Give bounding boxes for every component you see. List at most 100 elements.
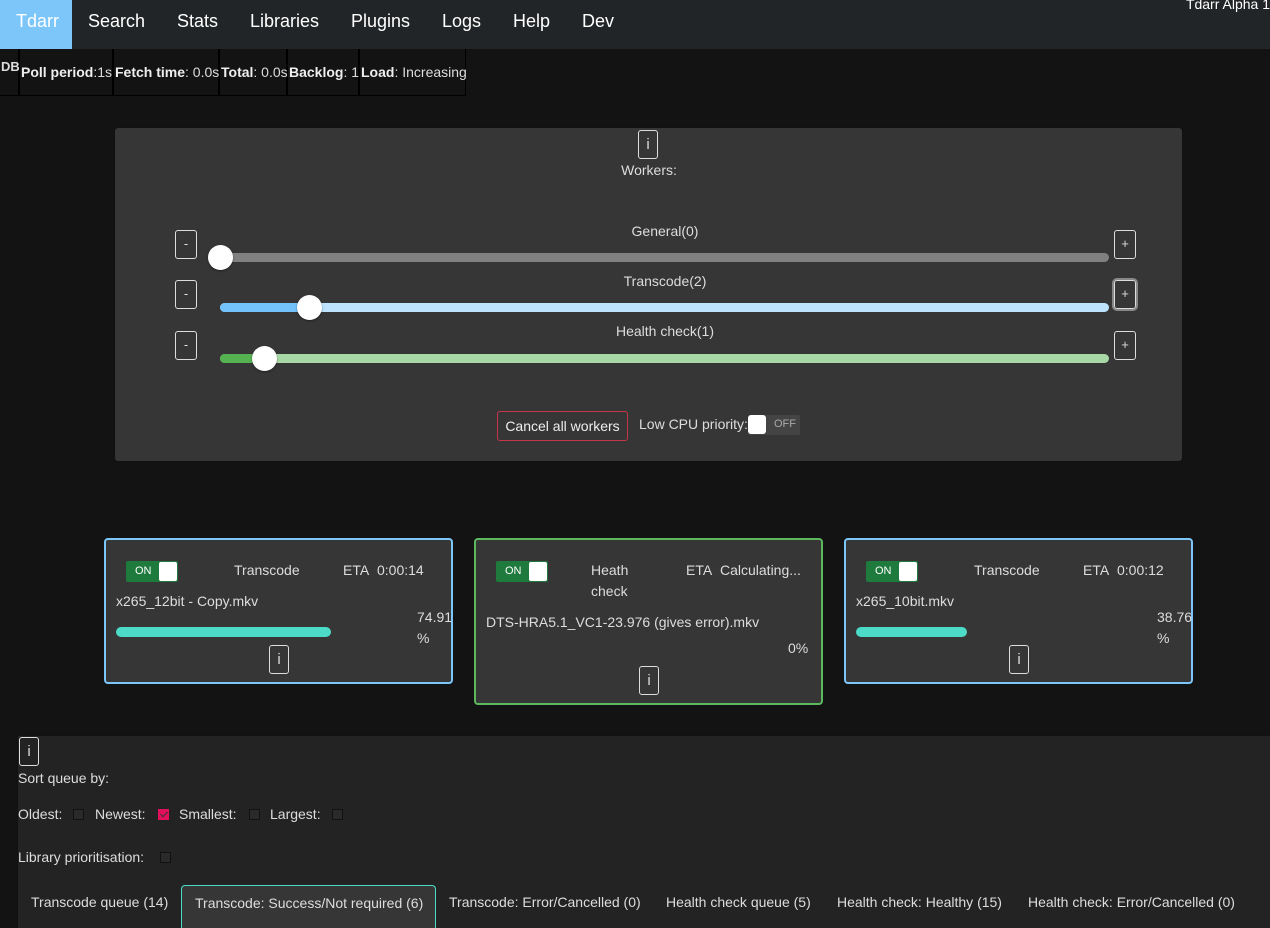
worker-toggle[interactable]: ON [496, 561, 548, 582]
stat-label: Total [221, 64, 254, 80]
sort-oldest-checkbox[interactable] [73, 809, 84, 820]
sort-option-oldest-label: Oldest: [18, 806, 63, 822]
stat-fetch-time: Fetch time: 0.0s [113, 49, 219, 96]
general-decrease-button[interactable]: - [175, 230, 197, 259]
toggle-knob [159, 562, 177, 581]
percent-sign: % [1157, 630, 1170, 646]
slider-label-health-check: Health check(1) [615, 323, 715, 339]
stat-poll-period: Poll period:1s [19, 49, 113, 96]
type-line: check [591, 583, 628, 599]
sort-newest-checkbox[interactable] [158, 809, 169, 820]
nav-search[interactable]: Search [72, 0, 161, 49]
stat-label: Backlog [289, 64, 344, 80]
low-cpu-priority-toggle[interactable]: OFF [748, 415, 800, 435]
slider-thumb[interactable] [208, 245, 233, 270]
type-line: Heath [591, 562, 629, 578]
worker-file-name: x265_12bit - Copy.mkv [116, 593, 259, 609]
worker-card: ON Transcode ETA 0:00:14 x265_12bit - Co… [104, 538, 453, 684]
worker-type: Transcode [234, 562, 300, 578]
tab-transcode-success[interactable]: Transcode: Success/Not required (6) [181, 885, 436, 928]
percent-value: 38.76 [1157, 609, 1193, 625]
slider-thumb[interactable] [252, 346, 277, 371]
worker-card: ON Transcode ETA 0:00:12 x265_10bit.mkv … [844, 538, 1193, 684]
tab-transcode-error[interactable]: Transcode: Error/Cancelled (0) [436, 885, 654, 928]
nav-tdarr[interactable]: Tdarr [0, 0, 72, 49]
eta-value: 0:00:12 [1116, 562, 1164, 578]
health-check-decrease-button[interactable]: - [175, 331, 197, 360]
tab-health-check-queue[interactable]: Health check queue (5) [653, 885, 824, 928]
transcode-workers-slider[interactable] [220, 295, 1109, 320]
worker-info-button[interactable]: i [1009, 645, 1029, 674]
version-label: Tdarr Alpha 1 [1185, 0, 1270, 12]
eta-label: ETA [1083, 562, 1110, 578]
eta-label: ETA [686, 562, 713, 578]
worker-info-button[interactable]: i [269, 645, 289, 674]
stat-load: Load: Increasing [359, 49, 467, 96]
sort-option-smallest-label: Smallest: [179, 806, 237, 822]
percent-sign: % [417, 630, 430, 646]
general-workers-slider[interactable] [208, 245, 1109, 270]
worker-percent: 74.91% [417, 607, 452, 649]
transcode-increase-button[interactable]: + [1112, 278, 1138, 311]
tab-health-check-error[interactable]: Health check: Error/Cancelled (0) [1015, 885, 1248, 928]
queue-info-button[interactable]: i [19, 737, 39, 766]
library-prioritisation-label: Library prioritisation: [18, 849, 145, 865]
sort-queue-title: Sort queue by: [18, 770, 110, 786]
nav-logs[interactable]: Logs [426, 0, 497, 49]
toggle-state: ON [505, 565, 522, 577]
transcode-decrease-button[interactable]: - [175, 280, 197, 309]
tab-health-check-healthy[interactable]: Health check: Healthy (15) [824, 885, 1015, 928]
worker-eta: ETA Calculating... [686, 562, 801, 578]
health-check-workers-slider[interactable] [220, 346, 1109, 371]
nav-dev[interactable]: Dev [566, 0, 630, 49]
cancel-all-workers-button[interactable]: Cancel all workers [497, 411, 628, 441]
db-indicator: DB [0, 49, 20, 96]
toggle-state: OFF [774, 418, 796, 430]
general-increase-button[interactable]: + [1114, 230, 1136, 259]
stat-value: : 1 [343, 64, 360, 80]
stat-backlog: Backlog: 1 [287, 49, 359, 96]
stat-label: Poll period [21, 64, 94, 80]
toggle-state: ON [875, 565, 892, 577]
health-check-increase-button[interactable]: + [1114, 331, 1136, 360]
nav-libraries[interactable]: Libraries [234, 0, 335, 49]
sort-option-newest-label: Newest: [95, 806, 146, 822]
workers-panel: i Workers: General(0) - + Transcode(2) -… [114, 127, 1183, 462]
stat-value: :1s [93, 64, 113, 80]
stat-total: Total: 0.0s [219, 49, 288, 96]
top-navbar: Tdarr Search Stats Libraries Plugins Log… [0, 0, 1270, 49]
stat-value: : 0.0s [185, 64, 220, 80]
worker-toggle[interactable]: ON [866, 561, 918, 582]
sort-largest-checkbox[interactable] [332, 809, 343, 820]
tab-transcode-queue[interactable]: Transcode queue (14) [18, 885, 181, 928]
worker-progress-bar [856, 627, 967, 637]
eta-value: Calculating... [719, 562, 801, 578]
slider-fill [220, 303, 309, 312]
nav-help[interactable]: Help [497, 0, 566, 49]
worker-percent: 0% [788, 640, 809, 656]
sort-smallest-checkbox[interactable] [249, 809, 260, 820]
eta-label: ETA [343, 562, 370, 578]
worker-type: Heath check [591, 560, 628, 602]
stat-label: Load [361, 64, 395, 80]
worker-type: Transcode [974, 562, 1040, 578]
eta-value: 0:00:14 [376, 562, 424, 578]
worker-progress-bar [116, 627, 331, 637]
low-cpu-priority-label: Low CPU priority: [639, 416, 748, 432]
sort-option-largest-label: Largest: [270, 806, 321, 822]
toggle-knob [899, 562, 917, 581]
worker-toggle[interactable]: ON [126, 561, 178, 582]
worker-card: ON Heath check ETA Calculating... DTS-HRA… [474, 538, 823, 705]
worker-info-button[interactable]: i [639, 666, 659, 695]
toggle-knob [748, 415, 766, 434]
worker-file-name: DTS-HRA5.1_VC1-23.976 (gives error).mkv [486, 614, 760, 630]
stat-value: : Increasing [394, 64, 467, 80]
nav-stats[interactable]: Stats [161, 0, 234, 49]
slider-thumb[interactable] [297, 295, 322, 320]
workers-info-button[interactable]: i [638, 130, 658, 159]
worker-file-name: x265_10bit.mkv [856, 593, 955, 609]
toggle-state: ON [135, 565, 152, 577]
nav-plugins[interactable]: Plugins [335, 0, 426, 49]
library-prioritisation-checkbox[interactable] [160, 852, 171, 863]
stats-bar: DB Poll period:1s Fetch time: 0.0s Total… [0, 49, 467, 97]
